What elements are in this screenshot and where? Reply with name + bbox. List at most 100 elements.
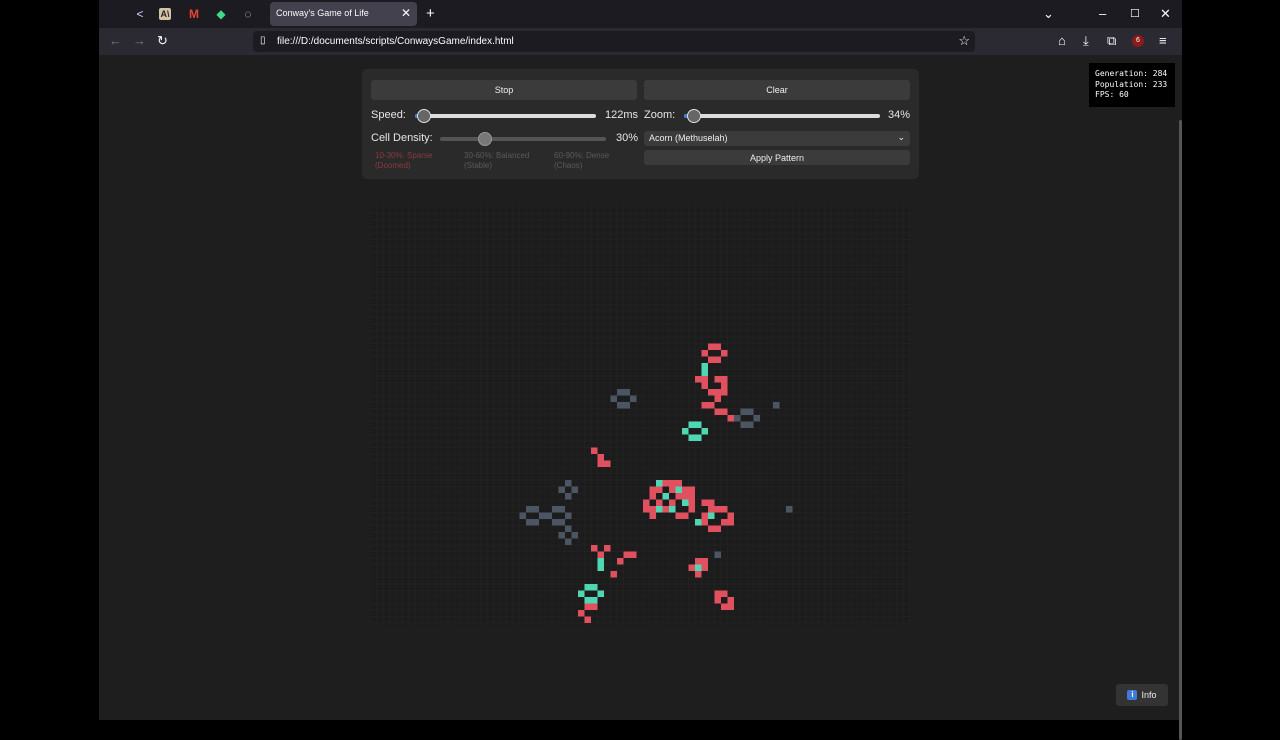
cell-gray[interactable] xyxy=(558,519,566,526)
cell-red[interactable] xyxy=(701,402,709,409)
cell-red[interactable] xyxy=(584,616,592,624)
cell-red[interactable] xyxy=(714,343,722,351)
cell-teal[interactable] xyxy=(701,363,709,370)
cell-red[interactable] xyxy=(604,545,611,552)
cell-teal[interactable] xyxy=(675,486,683,494)
cell-gray[interactable] xyxy=(571,532,579,539)
cell-red[interactable] xyxy=(597,551,605,559)
home-icon[interactable]: ⌂ xyxy=(1058,33,1066,48)
cell-teal[interactable] xyxy=(695,434,702,442)
menu-icon[interactable]: ≡ xyxy=(1159,33,1167,48)
cell-gray[interactable] xyxy=(747,408,754,416)
zoom-slider-thumb[interactable] xyxy=(686,109,701,123)
maximize-icon[interactable]: ☐ xyxy=(1130,7,1140,20)
cell-teal[interactable] xyxy=(695,421,702,429)
cell-red[interactable] xyxy=(669,486,676,494)
cell-red[interactable] xyxy=(584,603,592,611)
cell-teal[interactable] xyxy=(656,506,663,513)
cell-gray[interactable] xyxy=(552,506,559,513)
cell-red[interactable] xyxy=(727,519,735,526)
cell-red[interactable] xyxy=(714,408,722,416)
downloads-icon[interactable]: ⤓ xyxy=(1083,33,1089,49)
cell-red[interactable] xyxy=(721,519,728,526)
cell-red[interactable] xyxy=(604,460,611,468)
cell-red[interactable] xyxy=(708,525,715,533)
tab-active[interactable]: Conway's Game of Life ✕ xyxy=(270,2,417,26)
cell-teal[interactable] xyxy=(597,564,605,572)
cell-gray[interactable] xyxy=(786,506,793,513)
cell-teal[interactable] xyxy=(695,519,702,526)
cell-red[interactable] xyxy=(695,571,702,578)
cell-teal[interactable] xyxy=(701,428,709,435)
cell-teal[interactable] xyxy=(682,428,689,435)
cell-red[interactable] xyxy=(708,343,715,351)
anthropic-icon[interactable]: A\ xyxy=(159,8,171,20)
cell-red[interactable] xyxy=(675,480,683,487)
cell-red[interactable] xyxy=(578,610,585,617)
cell-gray[interactable] xyxy=(714,551,722,559)
gmail-icon[interactable]: M xyxy=(186,6,202,22)
cell-red[interactable] xyxy=(714,356,722,364)
cell-gray[interactable] xyxy=(565,525,572,533)
cell-teal[interactable] xyxy=(708,512,715,520)
new-tab-icon[interactable]: + xyxy=(426,5,435,22)
cell-gray[interactable] xyxy=(526,519,533,526)
cell-red[interactable] xyxy=(656,499,663,507)
cell-gray[interactable] xyxy=(552,519,559,526)
cell-gray[interactable] xyxy=(623,389,631,396)
gem-icon[interactable]: ◆ xyxy=(213,6,229,22)
cell-red[interactable] xyxy=(727,512,735,520)
cell-gray[interactable] xyxy=(545,512,553,520)
cell-red[interactable] xyxy=(682,493,689,500)
cell-red[interactable] xyxy=(721,389,728,396)
cell-red[interactable] xyxy=(610,571,618,578)
cell-gray[interactable] xyxy=(740,408,748,416)
bookmark-star-icon[interactable]: ☆ xyxy=(958,33,970,49)
cell-gray[interactable] xyxy=(539,512,546,520)
minimize-icon[interactable]: – xyxy=(1099,6,1106,21)
share-icon[interactable]: < xyxy=(132,6,148,22)
cell-gray[interactable] xyxy=(558,486,566,494)
cell-red[interactable] xyxy=(701,499,709,507)
cell-gray[interactable] xyxy=(753,415,761,422)
extensions-icon[interactable]: ⧉ xyxy=(1107,33,1116,49)
close-window-icon[interactable]: ✕ xyxy=(1160,6,1171,22)
stop-button[interactable]: Stop xyxy=(371,80,637,100)
cell-red[interactable] xyxy=(701,512,709,520)
cell-gray[interactable] xyxy=(565,480,572,487)
cell-red[interactable] xyxy=(701,558,709,565)
cell-gray[interactable] xyxy=(747,421,754,429)
cell-red[interactable] xyxy=(617,558,624,565)
cell-red[interactable] xyxy=(688,493,696,500)
cell-red[interactable] xyxy=(714,395,722,403)
cell-teal[interactable] xyxy=(584,597,592,604)
cell-teal[interactable] xyxy=(584,584,592,591)
cell-red[interactable] xyxy=(721,590,728,598)
cell-red[interactable] xyxy=(714,376,722,383)
close-tab-icon[interactable]: ✕ xyxy=(401,6,411,20)
cell-gray[interactable] xyxy=(617,389,624,396)
cell-teal[interactable] xyxy=(701,369,709,377)
cell-red[interactable] xyxy=(597,460,605,468)
density-slider-thumb[interactable] xyxy=(477,132,492,146)
cell-red[interactable] xyxy=(701,350,709,357)
speed-slider[interactable] xyxy=(415,109,596,123)
cell-red[interactable] xyxy=(708,499,715,507)
cell-red[interactable] xyxy=(695,376,702,383)
cell-gray[interactable] xyxy=(734,415,741,422)
cell-red[interactable] xyxy=(714,389,722,396)
cell-red[interactable] xyxy=(714,506,722,513)
cell-gray[interactable] xyxy=(526,506,533,513)
cell-gray[interactable] xyxy=(630,395,637,403)
back-icon[interactable]: ← xyxy=(109,33,122,48)
cell-red[interactable] xyxy=(591,447,598,455)
cell-gray[interactable] xyxy=(617,402,624,409)
game-grid[interactable] xyxy=(369,206,911,625)
speed-slider-thumb[interactable] xyxy=(417,109,432,123)
cell-red[interactable] xyxy=(721,603,728,611)
cell-red[interactable] xyxy=(669,480,676,487)
cell-gray[interactable] xyxy=(773,402,780,409)
cell-red[interactable] xyxy=(708,506,715,513)
cell-red[interactable] xyxy=(714,525,722,533)
cell-red[interactable] xyxy=(682,486,689,494)
